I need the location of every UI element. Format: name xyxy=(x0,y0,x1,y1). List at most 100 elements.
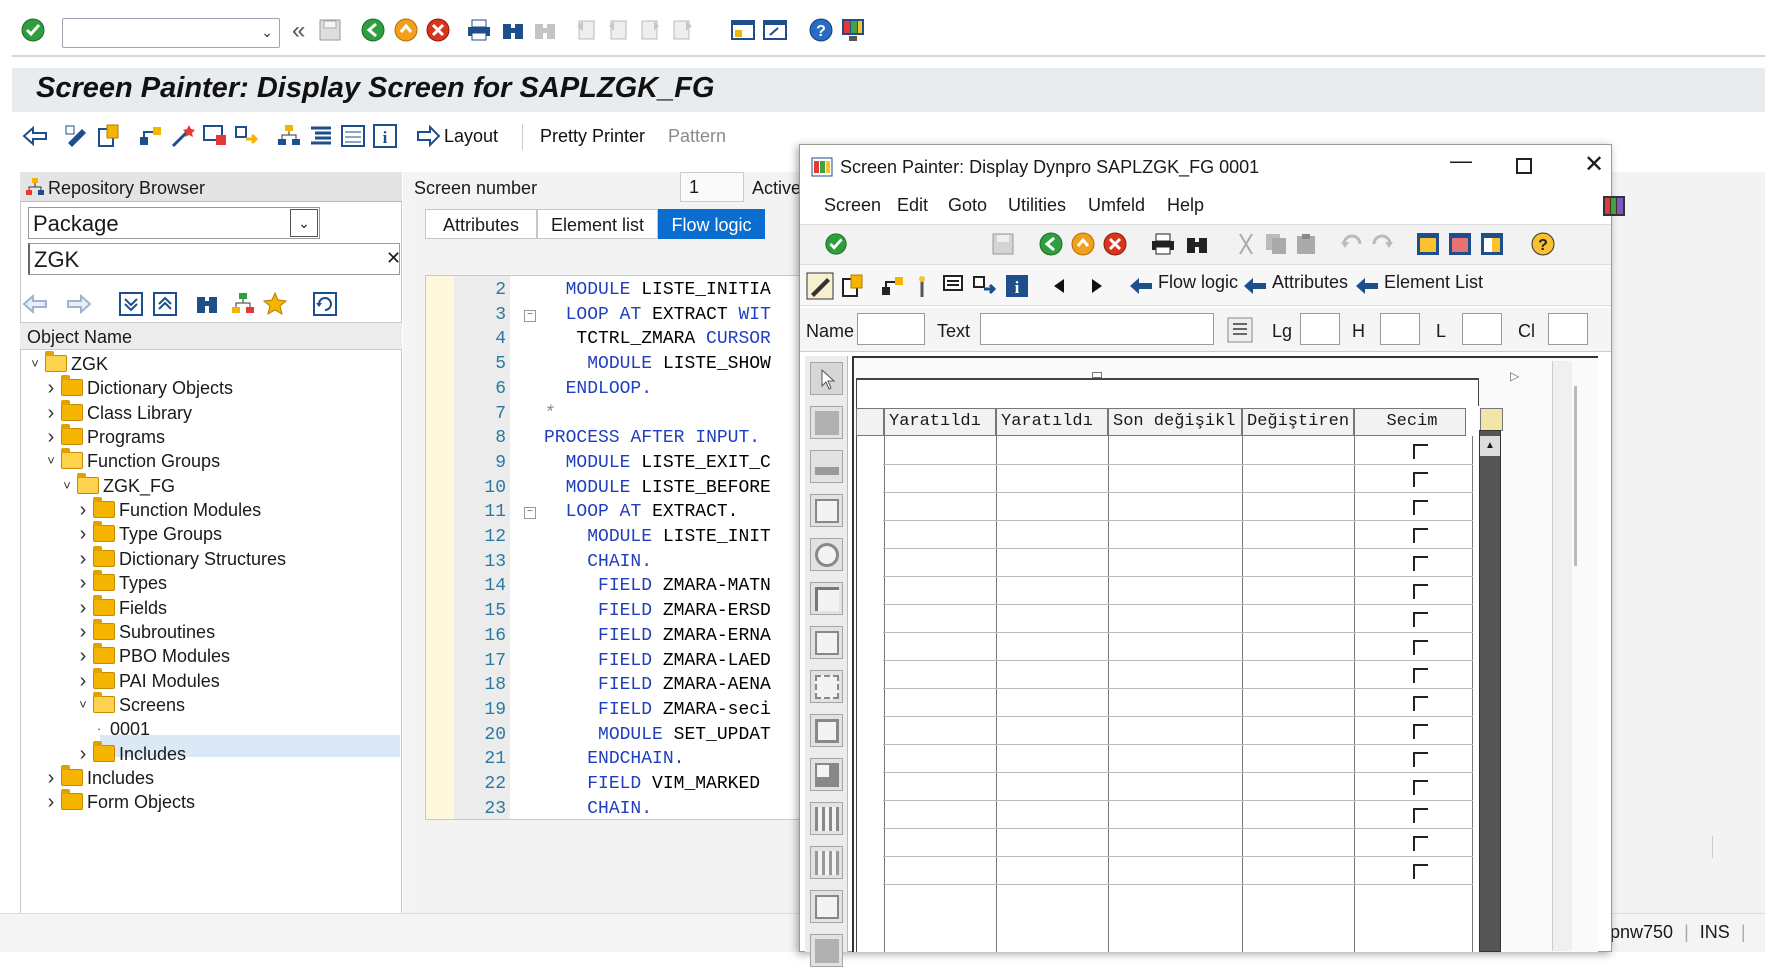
close-icon[interactable]: ✕ xyxy=(1584,150,1604,179)
secim-checkbox[interactable] xyxy=(1413,444,1428,459)
cut-icon[interactable] xyxy=(1234,232,1258,256)
print-icon[interactable] xyxy=(1150,232,1176,256)
chevron-down-icon[interactable]: ˅ xyxy=(60,474,74,498)
status-icon-tool[interactable] xyxy=(810,934,843,967)
next-icon[interactable] xyxy=(1086,276,1106,296)
tree-folder-node[interactable]: ˅ Screens xyxy=(76,691,185,717)
expand-all-icon[interactable] xyxy=(118,291,144,317)
column-header[interactable]: Yaratıldı xyxy=(996,408,1108,436)
collapse-all-icon[interactable] xyxy=(152,291,178,317)
find-icon[interactable] xyxy=(194,291,220,317)
copy-icon[interactable] xyxy=(1264,232,1288,256)
column-header[interactable]: Yaratıldı xyxy=(884,408,996,436)
chevron-right-icon[interactable]: › xyxy=(44,376,58,400)
command-field[interactable]: ⌄ xyxy=(62,18,280,48)
where-used-icon[interactable] xyxy=(138,123,164,149)
code-line[interactable]: 8 PROCESS AFTER INPUT. xyxy=(426,428,800,453)
secim-checkbox[interactable] xyxy=(1413,472,1428,487)
code-line[interactable]: 22 FIELD VIM_MARKED xyxy=(426,774,800,799)
menu-screen[interactable]: Screen xyxy=(824,195,881,216)
display-change-icon[interactable] xyxy=(64,123,90,149)
find-icon[interactable] xyxy=(500,18,526,42)
window-1-icon[interactable] xyxy=(1416,232,1440,256)
checkbox-tool[interactable] xyxy=(810,494,843,527)
refresh-icon[interactable] xyxy=(312,291,338,317)
tree-folder-node[interactable]: › Includes xyxy=(76,740,186,766)
code-line[interactable]: 20 MODULE SET_UPDAT xyxy=(426,725,800,750)
column-field[interactable] xyxy=(1548,313,1588,345)
code-line[interactable]: 9 MODULE LISTE_EXIT_C xyxy=(426,453,800,478)
canvas-scrollbar[interactable] xyxy=(1574,386,1577,566)
help-icon[interactable]: ? xyxy=(1530,231,1556,257)
flow-logic-editor[interactable]: 2 MODULE LISTE_INITIA 3− LOOP AT EXTRACT … xyxy=(425,275,801,820)
code-line[interactable]: 6 ENDLOOP. xyxy=(426,379,800,404)
navigation-icon[interactable] xyxy=(972,273,998,299)
code-line[interactable]: 4 TCTRL_ZMARA CURSOR xyxy=(426,329,800,354)
pretty-printer-button[interactable]: Pretty Printer xyxy=(540,126,645,147)
minimize-icon[interactable]: — xyxy=(1450,148,1472,174)
undo-icon[interactable] xyxy=(1340,232,1364,256)
chevron-right-icon[interactable]: › xyxy=(44,425,58,449)
new-session-icon[interactable] xyxy=(730,18,756,42)
tree-folder-node[interactable]: ˅ Function Groups xyxy=(44,448,220,473)
object-type-select[interactable]: Package xyxy=(28,207,320,239)
window-3-icon[interactable] xyxy=(1480,232,1504,256)
radio-button-tool[interactable] xyxy=(810,538,843,571)
dictionary-icon[interactable] xyxy=(1227,317,1253,343)
previous-icon[interactable] xyxy=(1050,276,1070,296)
hierarchy-icon[interactable] xyxy=(276,123,302,149)
active-inactive-icon[interactable] xyxy=(840,273,866,299)
secim-checkbox[interactable] xyxy=(1413,864,1428,879)
tab-element-list[interactable]: Element list xyxy=(537,209,658,239)
secim-checkbox[interactable] xyxy=(1413,528,1428,543)
collapse-block-icon[interactable]: − xyxy=(524,309,536,322)
table-control-wizard-tool[interactable] xyxy=(810,846,843,879)
secim-checkbox[interactable] xyxy=(1413,752,1428,767)
menu-help[interactable]: Help xyxy=(1167,195,1204,216)
back-icon[interactable] xyxy=(1038,231,1064,257)
pointer-tool[interactable] xyxy=(810,362,843,395)
height-field[interactable] xyxy=(1380,313,1420,345)
secim-checkbox[interactable] xyxy=(1413,696,1428,711)
tree-folder-node[interactable]: › Dictionary Objects xyxy=(44,375,233,400)
secim-checkbox[interactable] xyxy=(1413,724,1428,739)
table-settings-icon[interactable] xyxy=(1480,408,1503,431)
tree-folder-node[interactable]: ˅ ZGK xyxy=(28,351,108,376)
text-field-tool[interactable] xyxy=(810,406,843,439)
resize-handle[interactable] xyxy=(1092,372,1102,378)
back-icon[interactable] xyxy=(360,17,386,43)
chevron-down-icon[interactable]: ⌄ xyxy=(261,24,273,41)
custom-control-tool[interactable] xyxy=(810,890,843,923)
chevron-right-icon[interactable]: › xyxy=(44,766,58,790)
attributes-arrow-icon[interactable] xyxy=(1242,276,1268,296)
cancel-icon[interactable] xyxy=(1102,231,1128,257)
secim-checkbox[interactable] xyxy=(1413,668,1428,683)
line-field[interactable] xyxy=(1462,313,1502,345)
active-inactive-icon[interactable] xyxy=(96,123,122,149)
code-line[interactable]: 15 FIELD ZMARA-ERSD xyxy=(426,601,800,626)
length-field[interactable] xyxy=(1300,313,1340,345)
screen-number-field[interactable]: 1 xyxy=(680,172,744,202)
tree-folder-node[interactable]: › Dictionary Structures xyxy=(76,545,286,571)
column-header[interactable]: Son değişikl xyxy=(1108,408,1242,436)
back-arrow-icon[interactable] xyxy=(22,124,48,148)
print-icon[interactable] xyxy=(466,18,492,42)
list-icon[interactable] xyxy=(340,123,366,149)
object-name-input[interactable]: ZGK xyxy=(28,243,400,275)
subscreen-tool[interactable] xyxy=(810,758,843,791)
input-field-tool[interactable] xyxy=(810,450,843,483)
cancel-icon[interactable] xyxy=(425,17,451,43)
code-line[interactable]: 12 MODULE LISTE_INIT xyxy=(426,527,800,552)
tree-folder-node[interactable]: ˅ ZGK_FG xyxy=(60,472,175,498)
first-page-icon[interactable] xyxy=(574,18,598,42)
name-field[interactable] xyxy=(857,313,925,345)
next-page-icon[interactable] xyxy=(638,18,662,42)
text-field[interactable] xyxy=(980,313,1214,345)
resize-corner-icon[interactable]: ▷ xyxy=(1510,369,1519,383)
save-icon[interactable] xyxy=(318,18,342,42)
secim-checkbox[interactable] xyxy=(1413,780,1428,795)
chevron-right-icon[interactable]: › xyxy=(76,498,90,522)
save-icon[interactable] xyxy=(991,232,1015,256)
pushbutton-tool[interactable] xyxy=(810,582,843,615)
tabstrip-tool[interactable] xyxy=(810,626,843,659)
